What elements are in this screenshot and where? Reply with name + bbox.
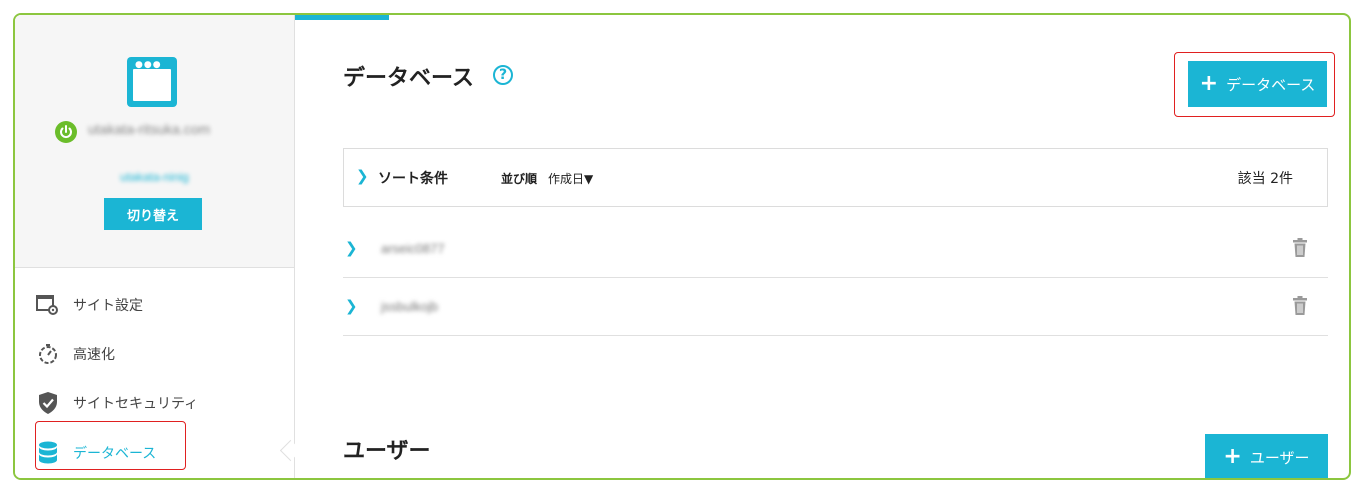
users-section-title: ユーザー <box>343 439 431 464</box>
database-name: arseic0877 <box>381 241 445 256</box>
sidebar-item-speed[interactable]: 高速化 <box>35 336 115 372</box>
sort-key-label: 並び順 <box>501 172 538 186</box>
site-panel: ●●● utakata-ritsuka.com utakata-ninig 切り… <box>15 15 294 268</box>
page-title: データベース <box>343 66 474 91</box>
chevron-right-icon: ❯ <box>345 297 358 315</box>
stopwatch-icon <box>35 342 61 366</box>
sidebar-item-site-settings[interactable]: サイト設定 <box>35 287 143 323</box>
sidebar-item-security[interactable]: サイトセキュリティ <box>35 385 198 421</box>
switch-site-button[interactable]: 切り替え <box>104 198 202 230</box>
add-user-label: ユーザー <box>1249 448 1310 467</box>
sidebar-item-label: サイト設定 <box>73 298 143 314</box>
sort-panel[interactable]: ❯ ソート条件 並び順 作成日▼ 該当 2件 <box>343 148 1328 207</box>
shield-check-icon <box>35 391 61 415</box>
result-count: 該当 2件 <box>1237 171 1293 187</box>
chevron-right-icon: ❯ <box>356 167 369 185</box>
power-icon <box>55 121 77 143</box>
trash-icon[interactable] <box>1292 238 1308 258</box>
site-domain: utakata-ritsuka.com <box>88 121 211 137</box>
sort-title: ソート条件 <box>378 171 448 187</box>
app-frame: ●●● utakata-ritsuka.com utakata-ninig 切り… <box>13 13 1351 480</box>
highlight-outline <box>35 421 186 470</box>
help-icon[interactable]: ? <box>493 65 513 85</box>
table-row[interactable]: ❯ jssbulkojb <box>343 279 1328 336</box>
trash-icon[interactable] <box>1292 296 1308 316</box>
table-row[interactable]: ❯ arseic0877 <box>343 221 1328 278</box>
chevron-right-icon: ❯ <box>345 239 358 257</box>
sidebar-item-label: サイトセキュリティ <box>73 396 199 412</box>
sidebar: ●●● utakata-ritsuka.com utakata-ninig 切り… <box>15 15 295 478</box>
highlight-outline <box>1174 52 1335 117</box>
plus-icon: + <box>1223 444 1242 469</box>
browser-window-icon: ●●● <box>127 57 177 107</box>
sort-order-dropdown[interactable]: 作成日▼ <box>548 170 593 187</box>
add-user-button[interactable]: + ユーザー <box>1205 434 1328 478</box>
database-name: jssbulkojb <box>381 299 439 314</box>
site-settings-icon <box>35 293 61 317</box>
account-name[interactable]: utakata-ninig <box>15 170 294 184</box>
sidebar-item-label: 高速化 <box>73 347 115 363</box>
